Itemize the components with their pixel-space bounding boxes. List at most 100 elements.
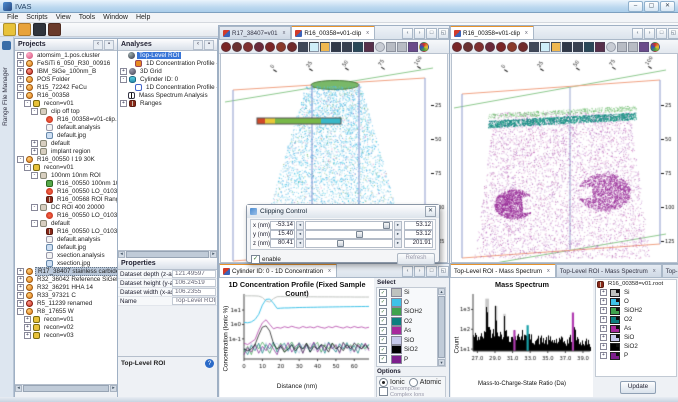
spectrum-ion-row[interactable]: +SiOH2: [596, 306, 676, 315]
tree-item[interactable]: +R32_36291 HHA 14: [15, 283, 117, 291]
help-icon[interactable]: ?: [205, 359, 214, 368]
slider-handle[interactable]: [356, 231, 363, 238]
species-checkbox[interactable]: ✓: [379, 327, 387, 335]
menu-file[interactable]: File: [3, 14, 22, 21]
species-row[interactable]: ✓As: [377, 326, 437, 336]
tree-item[interactable]: +R32_36042 Reference SiGeB with LAWAT: [15, 275, 117, 283]
ion-display-6-icon[interactable]: [507, 42, 517, 52]
grid-icon[interactable]: [529, 42, 539, 52]
tab-scroll-right-icon[interactable]: ›: [414, 28, 425, 39]
tree-item[interactable]: +recon=v01: [15, 315, 117, 323]
rotation-icon[interactable]: [419, 42, 429, 52]
tab-r16-00358-v01-clip[interactable]: R16_00358=v01-clipx: [450, 26, 534, 39]
slider-right-arrow-icon[interactable]: ▸: [394, 230, 402, 239]
ion-display-3-icon[interactable]: [243, 42, 253, 52]
clipping-dialog-titlebar[interactable]: Clipping Control ✕: [247, 205, 439, 218]
measure-icon[interactable]: [628, 42, 638, 52]
collapse-icon[interactable]: -: [17, 92, 24, 99]
movie-capture-icon[interactable]: [364, 42, 374, 52]
tab-scroll-right-icon[interactable]: ›: [644, 28, 655, 39]
atomic-radio[interactable]: [409, 378, 418, 387]
expand-icon[interactable]: +: [17, 268, 24, 275]
enable-checkbox[interactable]: ✓: [251, 255, 260, 264]
tree-item[interactable]: xsection.analysis: [15, 251, 117, 259]
property-value[interactable]: 106.2355: [172, 288, 216, 296]
spectrum-ion-row[interactable]: +SiO: [596, 333, 676, 342]
restore-panel-icon[interactable]: ◱: [438, 266, 449, 277]
tab-top-level-roi-mass-spectrum[interactable]: Top-Level ROI - Mass Spectrumx: [450, 264, 556, 277]
tree-item[interactable]: R16_00550 LO_01030 7HfTiN_: [15, 211, 117, 219]
stereo-icon[interactable]: [386, 42, 396, 52]
spectrum-ion-row[interactable]: +O2: [596, 315, 676, 324]
expand-icon[interactable]: +: [17, 60, 24, 67]
tab-scroll-right-icon[interactable]: ›: [414, 266, 425, 277]
orientation-cube-icon[interactable]: [375, 42, 385, 52]
slider-left-arrow-icon[interactable]: ◂: [296, 230, 304, 239]
spectrum-ion-row[interactable]: +SiO2: [596, 342, 676, 351]
clip-max-input[interactable]: 53.12: [404, 230, 433, 239]
expand-icon[interactable]: +: [17, 68, 24, 75]
maximize-panel-icon[interactable]: □: [656, 28, 667, 39]
alignment-icon[interactable]: [639, 42, 649, 52]
ion-display-1-icon[interactable]: [221, 42, 231, 52]
grid-icon[interactable]: [298, 42, 308, 52]
ion-display-3-icon[interactable]: [474, 42, 484, 52]
tab-close-icon[interactable]: x: [523, 29, 530, 37]
tree-item[interactable]: -recon=v01: [15, 163, 117, 171]
close-icon[interactable]: ✕: [425, 206, 436, 217]
profile-chart-plot[interactable]: [220, 289, 374, 381]
tab-r16-00358-v01-clip[interactable]: R16_00358=v01-clipx: [291, 26, 375, 39]
collapse-icon[interactable]: -: [17, 156, 24, 163]
spectrum-tree-root[interactable]: R16_00358=v01.root: [596, 280, 676, 288]
tab-close-icon[interactable]: x: [281, 29, 288, 37]
expand-icon[interactable]: +: [600, 343, 607, 350]
decompose-checkbox[interactable]: [379, 387, 388, 396]
panel-close-icon[interactable]: ▪: [204, 40, 214, 50]
tree-item[interactable]: +R33_97321 C: [15, 291, 117, 299]
property-value[interactable]: 121.49597: [172, 270, 216, 278]
scroll-right-icon[interactable]: ▸: [210, 251, 217, 258]
slider-handle[interactable]: [337, 240, 344, 247]
expand-icon[interactable]: +: [17, 84, 24, 91]
range-file-manager-strip[interactable]: Range File Manager: [0, 37, 14, 397]
tree-item[interactable]: +R15_72242 FeCu: [15, 83, 117, 91]
clip-slider[interactable]: [305, 221, 393, 230]
species-checkbox[interactable]: ✓: [379, 308, 387, 316]
ionic-radio[interactable]: [379, 378, 388, 387]
maximize-panel-icon[interactable]: □: [426, 266, 437, 277]
snapshot-icon[interactable]: [33, 23, 46, 36]
tree-item[interactable]: -100nm 10nm ROI: [15, 171, 117, 179]
maximize-button[interactable]: ▢: [644, 1, 659, 12]
species-checkbox[interactable]: ✓: [379, 298, 387, 306]
tree-item[interactable]: +3D Grid: [118, 67, 217, 75]
menu-tools[interactable]: Tools: [75, 14, 99, 21]
clip-value-input[interactable]: -53.14: [270, 221, 295, 230]
menu-help[interactable]: Help: [132, 14, 154, 21]
expand-icon[interactable]: +: [600, 325, 607, 332]
tree-item[interactable]: +R17_38407 stainless carbides: [15, 267, 117, 275]
collapse-icon[interactable]: -: [24, 164, 31, 171]
tree-item[interactable]: 1D Concentration Profile - Y-axis [0]: [118, 59, 217, 67]
tree-item[interactable]: R16_00568 ROI Ranges.rng: [15, 195, 117, 203]
panel-close-icon[interactable]: ▪: [104, 40, 114, 50]
expand-icon[interactable]: +: [31, 140, 38, 147]
scrollbar-thumb[interactable]: [438, 296, 445, 358]
species-row[interactable]: ✓SiOH2: [377, 307, 437, 317]
tab-scroll-left-icon[interactable]: ‹: [402, 266, 413, 277]
tree-item[interactable]: -Cylinder ID: 0: [118, 75, 217, 83]
property-value[interactable]: Top-Level ROI: [172, 297, 216, 305]
collapse-icon[interactable]: -: [31, 204, 38, 211]
clip-slider[interactable]: [305, 239, 393, 248]
tree-item[interactable]: -clip off top: [15, 107, 117, 115]
scroll-down-icon[interactable]: ▾: [438, 359, 445, 366]
collapse-icon[interactable]: -: [31, 172, 38, 179]
tree-item[interactable]: +atomsim_1.pos.cluster: [15, 51, 117, 59]
scroll-up-icon[interactable]: ▴: [438, 288, 445, 295]
slider-left-arrow-icon[interactable]: ◂: [296, 239, 304, 248]
tree-item[interactable]: default.jpg: [15, 243, 117, 251]
tab-close-icon[interactable]: x: [364, 29, 371, 37]
tab-close-icon[interactable]: x: [545, 267, 552, 275]
restore-panel-icon[interactable]: ◱: [668, 28, 678, 39]
scroll-right-icon[interactable]: ▸: [110, 385, 117, 392]
ion-display-7-icon[interactable]: [518, 42, 528, 52]
